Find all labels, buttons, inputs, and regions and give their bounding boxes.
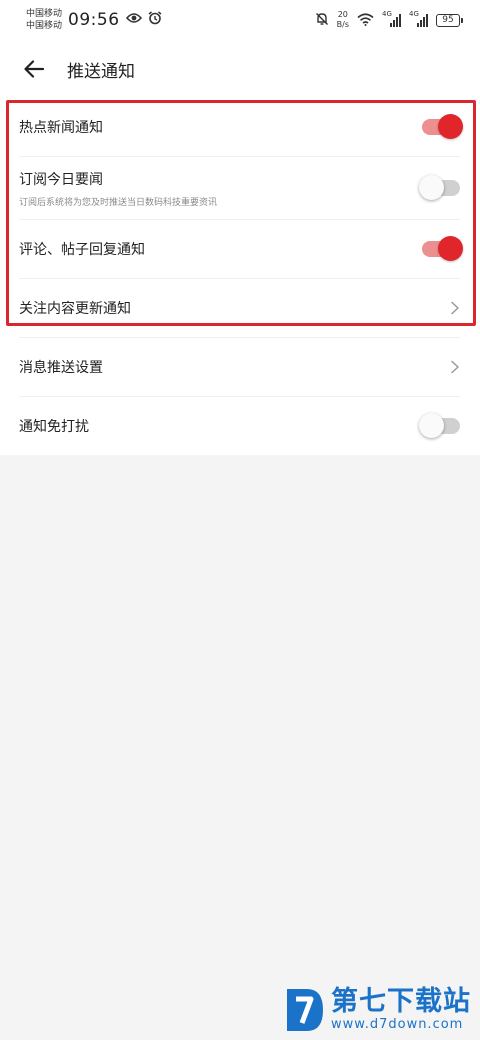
setting-daily-news-subtitle: 订阅后系统将为您及时推送当日数码科技重要资讯 (19, 197, 218, 208)
mute-bell-icon (315, 11, 329, 30)
eye-icon (125, 12, 142, 28)
status-bar: 中国移动 中国移动 09:56 20 B/s 4G 4G 95 (0, 0, 480, 40)
chevron-right-icon (451, 360, 459, 374)
setting-follow-update-label: 关注内容更新通知 (19, 301, 131, 317)
clock: 09:56 (68, 10, 120, 30)
carrier-1: 中国移动 (26, 9, 63, 19)
watermark-url: www.d7down.com (331, 1017, 464, 1032)
reply-notify-toggle[interactable] (422, 236, 463, 261)
page-title: 推送通知 (67, 61, 135, 82)
toggle-knob (419, 413, 444, 438)
toggle-knob (438, 114, 463, 139)
setting-push-settings[interactable]: 消息推送设置 (0, 338, 480, 396)
toggle-knob (419, 175, 444, 200)
carrier-names: 中国移动 中国移动 (26, 8, 62, 32)
setting-do-not-disturb-label: 通知免打扰 (19, 419, 89, 435)
net-speed-value: 20 (337, 10, 348, 19)
chevron-right-icon (451, 301, 459, 315)
toggle-knob (438, 236, 463, 261)
sim1-network-tag: 4G (382, 10, 392, 18)
back-arrow-icon (24, 60, 44, 78)
d7-logo-icon (287, 989, 323, 1031)
daily-news-toggle[interactable] (419, 175, 460, 200)
app-header: 推送通知 (0, 40, 480, 98)
net-speed: 20 B/s (337, 10, 349, 30)
screen: 中国移动 中国移动 09:56 20 B/s 4G 4G 95 推送通知 热点新… (0, 0, 480, 1040)
hot-news-toggle[interactable] (422, 114, 463, 139)
settings-list: 热点新闻通知 订阅今日要闻 订阅后系统将为您及时推送当日数码科技重要资讯 评论、… (0, 98, 480, 455)
carrier-2: 中国移动 (26, 21, 63, 31)
signal-sim1-icon: 4G (382, 10, 401, 27)
back-button[interactable] (16, 51, 52, 87)
do-not-disturb-toggle[interactable] (419, 413, 460, 438)
alarm-icon (148, 11, 162, 29)
battery-icon: 95 (436, 13, 463, 27)
setting-reply-notify-label: 评论、帖子回复通知 (19, 242, 145, 258)
setting-daily-news-label: 订阅今日要闻 (19, 171, 103, 188)
status-right: 20 B/s 4G 4G 95 (315, 10, 463, 30)
watermark-name: 第七下载站 (331, 986, 471, 1017)
watermark: 第七下载站 www.d7down.com (283, 985, 471, 1035)
setting-hot-news-label: 热点新闻通知 (19, 120, 103, 136)
setting-push-settings-label: 消息推送设置 (19, 360, 103, 376)
setting-do-not-disturb[interactable]: 通知免打扰 (0, 397, 480, 455)
setting-follow-update[interactable]: 关注内容更新通知 (0, 279, 480, 337)
setting-reply-notify[interactable]: 评论、帖子回复通知 (0, 220, 480, 278)
net-speed-unit: B/s (336, 20, 349, 29)
setting-hot-news[interactable]: 热点新闻通知 (0, 98, 480, 156)
sim2-network-tag: 4G (409, 10, 419, 18)
setting-daily-news[interactable]: 订阅今日要闻 订阅后系统将为您及时推送当日数码科技重要资讯 (0, 157, 480, 219)
signal-sim2-icon: 4G (409, 10, 428, 27)
wifi-icon (357, 11, 374, 30)
